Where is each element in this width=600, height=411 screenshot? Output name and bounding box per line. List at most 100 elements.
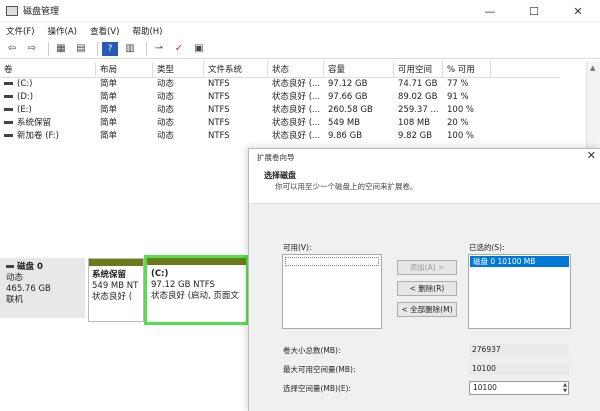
select-space-stepper[interactable]: 10100 ▲ ▼ <box>469 381 569 395</box>
partition-system-reserved[interactable]: 系统保留 549 MB NT 状态良好 ( <box>88 258 144 322</box>
disk-name: 磁盘 0 <box>17 262 43 272</box>
remove-button[interactable]: < 删除(R) <box>397 281 457 296</box>
menu-view[interactable]: 查看(V) <box>90 25 119 37</box>
cell-status: 状态良好 (... <box>272 79 321 89</box>
cell-layout: 简单 <box>100 105 118 115</box>
cell-type: 动态 <box>157 118 175 128</box>
table-row[interactable]: 新加卷 (F:) 简单 动态 NTFS 状态良好 (... 9.86 GB 9.… <box>0 130 560 143</box>
dialog-header: 选择磁盘 你可以用至少一个磁盘上的空间来扩展卷。 <box>249 164 600 204</box>
partition-bar <box>89 259 143 266</box>
scroll-up-icon[interactable]: ▲ <box>590 64 595 72</box>
connect-icon[interactable]: ⇀ <box>151 42 167 56</box>
settings-icon[interactable]: ▣ <box>191 42 207 56</box>
list-view-icon[interactable]: ▥ <box>122 42 138 56</box>
volume-table: 卷 布局 类型 文件系统 状态 容量 可用空间 % 可用 (C:) 简单 动态 … <box>0 62 560 143</box>
drive-icon <box>4 95 13 98</box>
title-bar: 磁盘管理 — ☐ ✕ <box>0 0 600 22</box>
cell-capacity: 97.66 GB <box>328 92 368 102</box>
minimize-button[interactable]: — <box>468 0 512 22</box>
table-row[interactable]: (C:) 简单 动态 NTFS 状态良好 (... 97.12 GB 74.71… <box>0 78 560 91</box>
selected-label: 已选的(S): <box>469 243 505 252</box>
menu-bar: 文件(F) 操作(A) 查看(V) 帮助(H) <box>0 22 600 39</box>
total-size-value: 276937 <box>469 344 569 356</box>
disk-type: 动态 <box>6 273 24 283</box>
column-status[interactable]: 状态 <box>268 62 324 77</box>
list-focus-outline <box>285 257 379 266</box>
add-button[interactable]: 添加(A) > <box>397 260 457 275</box>
menu-action[interactable]: 操作(A) <box>48 25 77 37</box>
cell-capacity: 9.86 GB <box>328 131 363 141</box>
cell-volume: 系统保留 <box>17 118 52 128</box>
column-free-space[interactable]: 可用空间 <box>394 62 443 77</box>
cell-filesystem: NTFS <box>208 131 230 141</box>
cell-layout: 简单 <box>100 92 118 102</box>
table-header: 卷 布局 类型 文件系统 状态 容量 可用空间 % 可用 <box>0 62 560 78</box>
cell-type: 动态 <box>157 92 175 102</box>
properties-icon[interactable]: ▤ <box>73 42 89 56</box>
max-space-label: 最大可用空间量(MB): <box>283 365 356 374</box>
table-row[interactable]: 系统保留 简单 动态 NTFS 状态良好 (... 549 MB 108 MB … <box>0 117 560 130</box>
column-filesystem[interactable]: 文件系统 <box>204 62 268 77</box>
cell-filesystem: NTFS <box>208 92 230 102</box>
partition-name: 系统保留 <box>92 270 127 280</box>
window-title: 磁盘管理 <box>23 7 60 17</box>
cell-status: 状态良好 (... <box>272 92 321 102</box>
list-item[interactable]: 磁盘 0 10100 MB <box>470 256 569 267</box>
column-capacity[interactable]: 容量 <box>324 62 394 77</box>
cell-type: 动态 <box>157 131 175 141</box>
disk-size: 465.76 GB <box>6 284 51 294</box>
partition-name: (C:) <box>151 269 169 279</box>
check-icon[interactable]: ✓ <box>171 42 187 56</box>
remove-all-button[interactable]: < 全部删除(M) <box>397 302 457 317</box>
cell-filesystem: NTFS <box>208 105 230 115</box>
column-percent-free[interactable]: % 可用 <box>443 62 491 77</box>
cell-layout: 简单 <box>100 131 118 141</box>
console-tree-icon[interactable]: ▦ <box>53 42 69 56</box>
column-layout[interactable]: 布局 <box>96 62 153 77</box>
cell-layout: 简单 <box>100 118 118 128</box>
available-label: 可用(V): <box>283 243 312 252</box>
cell-filesystem: NTFS <box>208 118 230 128</box>
cell-free-space: 9.82 GB <box>398 131 433 141</box>
cell-volume: (E:) <box>17 105 32 115</box>
max-space-value: 10100 <box>469 363 569 375</box>
disk-status: 联机 <box>6 295 24 305</box>
table-row[interactable]: (D:) 简单 动态 NTFS 状态良好 (... 97.66 GB 89.02… <box>0 91 560 104</box>
partition-size: 97.12 GB NTFS <box>151 280 215 290</box>
drive-icon <box>4 121 13 124</box>
table-row[interactable]: (E:) 简单 动态 NTFS 状态良好 (... 260.58 GB 259.… <box>0 104 560 117</box>
cell-status: 状态良好 (... <box>272 118 321 128</box>
cell-type: 动态 <box>157 105 175 115</box>
cell-percent-free: 100 % <box>447 131 475 141</box>
forward-arrow-icon[interactable]: ⇨ <box>24 42 40 56</box>
back-arrow-icon[interactable]: ⇦ <box>4 42 20 56</box>
partition-status: 状态良好 (启动, 页面文 <box>151 291 239 301</box>
maximize-button[interactable]: ☐ <box>512 0 556 22</box>
cell-layout: 简单 <box>100 79 118 89</box>
select-space-value: 10100 <box>473 383 497 392</box>
drive-icon <box>4 82 13 85</box>
help-icon[interactable]: ? <box>102 41 118 56</box>
drive-icon <box>4 134 13 137</box>
spin-arrows-icon[interactable]: ▲ ▼ <box>563 382 567 394</box>
cell-capacity: 549 MB <box>328 118 361 128</box>
menu-help[interactable]: 帮助(H) <box>132 25 162 37</box>
cell-volume: (C:) <box>17 79 33 89</box>
partition-size: 549 MB NT <box>92 281 139 291</box>
total-size-label: 卷大小总数(MB): <box>283 346 341 355</box>
toolbar: ⇦ ⇨ ▦ ▤ ? ▥ ⇀ ✓ ▣ <box>0 39 600 59</box>
menu-file[interactable]: 文件(F) <box>6 25 35 37</box>
available-disks-list[interactable] <box>282 254 382 329</box>
cell-volume: 新加卷 (F:) <box>17 131 59 141</box>
column-volume[interactable]: 卷 <box>0 62 96 77</box>
close-button[interactable]: ✕ <box>556 0 600 22</box>
select-space-label: 选择空间量(MB)(E): <box>283 384 352 393</box>
partition-c-highlighted[interactable]: (C:) 97.12 GB NTFS 状态良好 (启动, 页面文 <box>144 255 249 325</box>
toolbar-divider <box>97 41 98 56</box>
drive-icon <box>4 108 13 111</box>
dialog-close-button[interactable]: ✕ <box>587 149 596 162</box>
selected-disks-list[interactable]: 磁盘 0 10100 MB <box>468 254 571 329</box>
disk-info[interactable]: 磁盘 0 动态 465.76 GB 联机 <box>0 258 85 318</box>
cell-capacity: 260.58 GB <box>328 105 373 115</box>
column-type[interactable]: 类型 <box>153 62 204 77</box>
